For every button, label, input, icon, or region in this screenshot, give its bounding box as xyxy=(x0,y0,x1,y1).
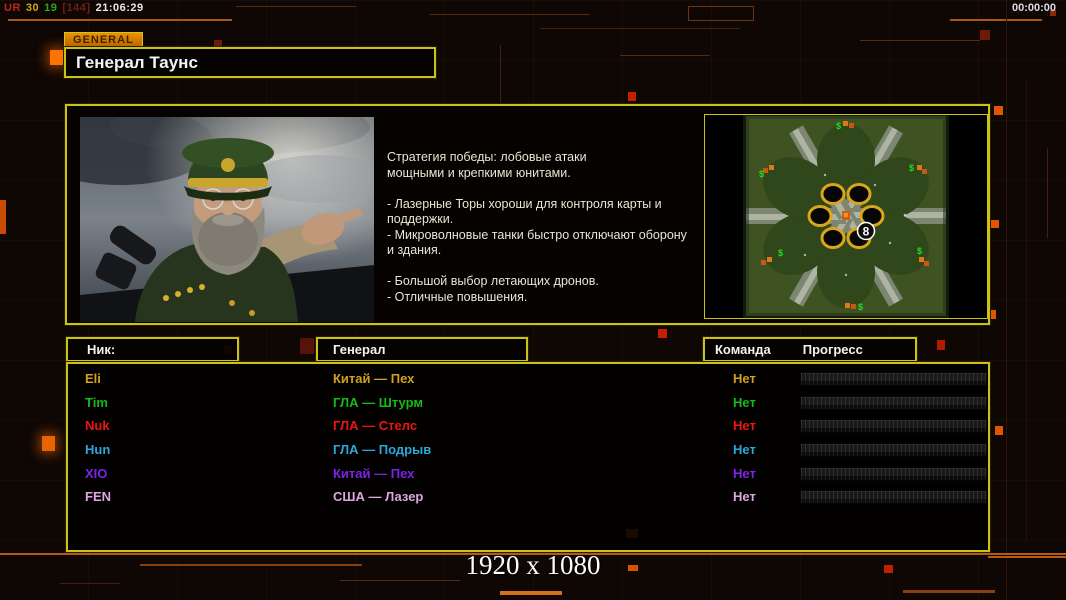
overlay-ur-label: UR xyxy=(4,2,21,14)
circuit-trace xyxy=(688,20,754,21)
player-row: Hun ГЛА — Подрыв Нет xyxy=(68,438,988,462)
general-title: Генерал Таунс xyxy=(76,53,198,72)
player-nick: Nuk xyxy=(85,418,110,434)
player-team: Нет xyxy=(733,394,756,410)
player-roster-panel: Eli Китай — Пех Нет Tim ГЛА — Штурм Нет Nuk ГЛА… xyxy=(66,362,990,552)
player-team: Нет xyxy=(733,465,756,481)
general-info-panel: Стратегия победы: лобовые атаки мощными … xyxy=(65,104,990,325)
player-general: США — Лазер xyxy=(333,489,424,505)
circuit-trace xyxy=(688,6,689,21)
player-nick: XIO xyxy=(85,465,108,481)
player-team: Нет xyxy=(733,418,756,434)
overlay-value-b: 19 xyxy=(44,2,58,14)
player-nick: Tim xyxy=(85,394,108,410)
player-general: Китай — Пех xyxy=(333,371,415,386)
player-row: Nuk ГЛА — Стелс Нет xyxy=(68,414,988,438)
circuit-trace xyxy=(628,92,636,101)
circuit-trace xyxy=(540,28,740,29)
circuit-trace xyxy=(500,591,562,595)
circuit-trace xyxy=(620,55,710,56)
circuit-trace xyxy=(500,45,501,105)
svg-text:$: $ xyxy=(759,169,764,179)
svg-text:$: $ xyxy=(858,302,863,312)
circuit-trace xyxy=(430,14,590,15)
player-general: Китай — Пех xyxy=(333,465,415,481)
circuit-trace xyxy=(903,590,995,593)
circuit-trace xyxy=(995,426,1003,435)
header-team-progress: Команда Прогресс xyxy=(703,337,917,362)
circuit-trace xyxy=(42,436,55,451)
player-progress-bar xyxy=(800,372,987,386)
player-nick: FEN xyxy=(85,489,111,505)
circuit-trace xyxy=(658,329,667,338)
circuit-trace xyxy=(60,583,120,584)
circuit-trace xyxy=(0,200,6,234)
circuit-trace xyxy=(937,340,945,350)
player-progress-bar xyxy=(800,419,987,434)
header-team-label: Команда xyxy=(715,342,771,357)
general-title-box: Генерал Таунс xyxy=(64,47,436,78)
header-general: Генерал xyxy=(316,337,528,362)
svg-text:$: $ xyxy=(836,121,841,131)
circuit-trace xyxy=(1006,0,1007,600)
player-row: FEN США — Лазер Нет xyxy=(68,485,988,509)
circuit-trace xyxy=(1026,80,1027,540)
circuit-trace xyxy=(950,19,1042,21)
overlay-clock: 21:06:29 xyxy=(95,2,144,14)
circuit-trace xyxy=(300,338,314,354)
match-timer: 00:00:00 xyxy=(1011,2,1056,14)
svg-text:$: $ xyxy=(778,248,783,258)
player-general: ГЛА — Штурм xyxy=(333,394,423,410)
player-nick: Hun xyxy=(85,442,111,458)
circuit-trace xyxy=(860,40,980,41)
performance-overlay: UR 30 19 [144] 21:06:29 xyxy=(4,2,149,14)
player-row: Tim ГЛА — Штурм Нет xyxy=(68,391,988,415)
player-general: ГЛА — Стелс xyxy=(333,418,418,434)
svg-text:$: $ xyxy=(917,246,922,256)
minimap-image: 8 $ $ $ $ $ $ xyxy=(705,113,987,319)
minimap-player-count-badge: 8 xyxy=(856,221,876,241)
player-progress-bar xyxy=(800,395,987,410)
circuit-trace xyxy=(980,30,990,40)
circuit-trace xyxy=(753,6,754,21)
general-tab-label: GENERAL xyxy=(64,32,143,48)
svg-text:$: $ xyxy=(909,163,914,173)
circuit-trace xyxy=(991,220,999,228)
player-progress-bar xyxy=(800,443,987,458)
circuit-trace xyxy=(688,6,754,7)
svg-text:8: 8 xyxy=(863,225,870,239)
header-nick: Ник: xyxy=(66,337,239,362)
header-progress-label: Прогресс xyxy=(802,342,863,357)
player-list: Eli Китай — Пех Нет Tim ГЛА — Штурм Нет Nuk ГЛА… xyxy=(68,367,988,509)
circuit-trace xyxy=(50,50,64,65)
player-nick: Eli xyxy=(85,371,101,386)
strategy-briefing-text: Стратегия победы: лобовые атаки мощными … xyxy=(387,150,687,304)
circuit-trace xyxy=(8,19,232,21)
player-team: Нет xyxy=(733,442,756,458)
player-progress-bar xyxy=(800,490,987,505)
circuit-trace xyxy=(1047,148,1048,238)
game-loading-screen: UR 30 19 [144] 21:06:29 00:00:00 GENERAL Ген… xyxy=(0,0,1066,600)
player-team: Нет xyxy=(733,489,756,505)
player-team: Нет xyxy=(733,371,756,386)
general-portrait xyxy=(80,117,374,322)
overlay-value-a: 30 xyxy=(25,2,40,14)
circuit-trace xyxy=(236,6,356,7)
player-row: XIO Китай — Пех Нет xyxy=(68,462,988,486)
circuit-trace xyxy=(994,106,1003,115)
overlay-value-bracket: [144] xyxy=(62,2,91,14)
resolution-label: 1920 x 1080 xyxy=(465,550,601,580)
minimap-box: 8 $ $ $ $ $ $ xyxy=(704,113,988,319)
player-row: Eli Китай — Пех Нет xyxy=(68,367,988,391)
player-progress-bar xyxy=(800,466,987,481)
player-general: ГЛА — Подрыв xyxy=(333,442,432,458)
minimap-center-icon xyxy=(842,211,850,220)
